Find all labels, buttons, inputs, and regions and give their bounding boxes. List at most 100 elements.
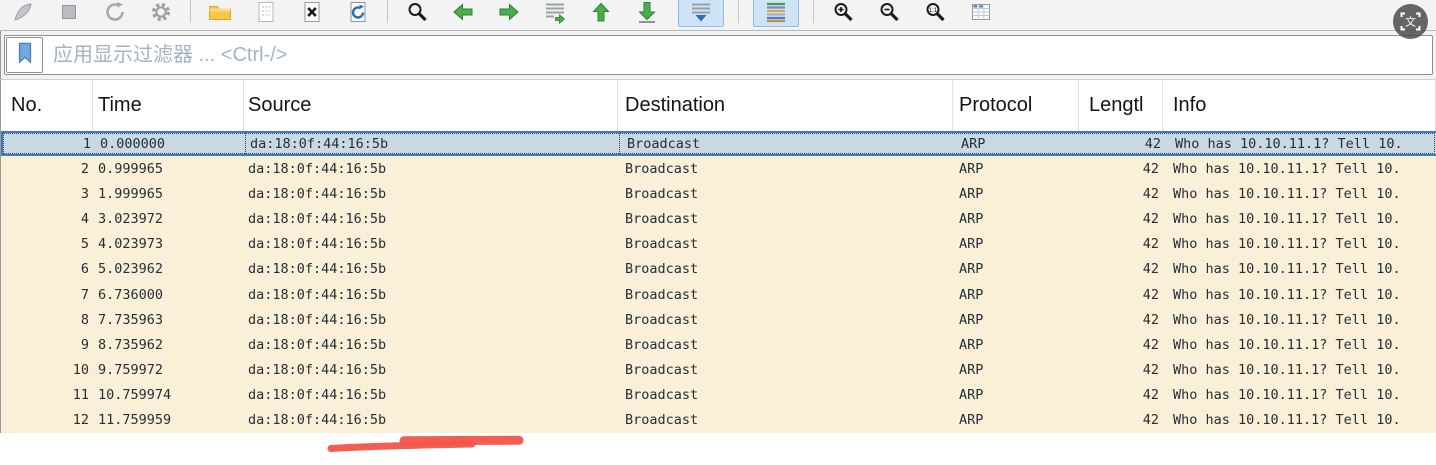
packet-cell-destination: Broadcast — [618, 282, 953, 307]
bookmark-icon — [14, 40, 36, 71]
packet-cell-protocol: ARP — [953, 156, 1079, 181]
packet-cell-time: 10.759974 — [93, 383, 244, 408]
packet-cell-no: 10 — [1, 357, 93, 382]
packet-cell-info: Who has 10.10.11.1? Tell 10. — [1165, 133, 1436, 154]
start-capture-button[interactable] — [8, 0, 38, 27]
auto-scroll-icon — [689, 0, 713, 24]
packet-cell-info: Who has 10.10.11.1? Tell 10. — [1163, 332, 1436, 357]
save-file-button[interactable] — [251, 0, 281, 27]
screenshot-translate-badge[interactable]: 文 — [1392, 3, 1429, 45]
packet-cell-protocol: ARP — [953, 257, 1079, 282]
go-to-first-packet-button[interactable] — [586, 0, 616, 27]
toolbar-separator — [813, 0, 814, 23]
svg-text:文: 文 — [1405, 15, 1416, 29]
packet-row[interactable]: 98.735962da:18:0f:44:16:5bBroadcastARP42… — [1, 332, 1436, 357]
toolbar-separator — [387, 0, 388, 23]
packet-cell-protocol: ARP — [953, 332, 1079, 357]
packet-cell-no: 12 — [1, 408, 93, 433]
packet-cell-source: da:18:0f:44:16:5b — [244, 282, 618, 307]
auto-scroll-toggle[interactable] — [678, 0, 724, 27]
packet-cell-length: 42 — [1079, 383, 1163, 408]
packet-cell-source: da:18:0f:44:16:5b — [244, 206, 618, 231]
svg-text:1:1: 1:1 — [929, 8, 938, 14]
packet-cell-protocol: ARP — [953, 181, 1079, 206]
packet-cell-no: 7 — [1, 282, 93, 307]
column-header-time[interactable]: Time — [93, 80, 244, 131]
packet-cell-time: 6.736000 — [93, 282, 244, 307]
arrow-left-icon — [451, 0, 475, 24]
column-header-info[interactable]: Info — [1163, 80, 1436, 131]
binary-document-icon — [254, 0, 278, 24]
packet-cell-protocol: ARP — [953, 307, 1079, 332]
shark-fin-icon — [11, 0, 35, 24]
wireshark-window: 1:1 No. Time Source Destination Protocol… — [0, 0, 1436, 465]
column-header-length[interactable]: Lengtl — [1079, 80, 1163, 131]
stop-capture-button[interactable] — [54, 0, 84, 27]
close-file-button[interactable] — [297, 0, 327, 27]
zoom-in-button[interactable] — [828, 0, 858, 27]
column-header-protocol[interactable]: Protocol — [953, 80, 1079, 131]
go-to-packet-button[interactable] — [540, 0, 570, 27]
packet-cell-source: da:18:0f:44:16:5b — [244, 232, 618, 257]
gear-icon — [149, 0, 173, 24]
go-forward-button[interactable] — [494, 0, 524, 27]
packet-row[interactable]: 31.999965da:18:0f:44:16:5bBroadcastARP42… — [1, 181, 1436, 206]
resize-columns-button[interactable] — [966, 0, 996, 27]
packet-cell-time: 8.735962 — [93, 332, 244, 357]
packet-cell-source: da:18:0f:44:16:5b — [244, 332, 618, 357]
packet-cell-destination: Broadcast — [618, 257, 953, 282]
packet-cell-length: 42 — [1079, 408, 1163, 433]
find-packet-button[interactable] — [402, 0, 432, 27]
packet-cell-info: Who has 10.10.11.1? Tell 10. — [1163, 408, 1436, 433]
packet-cell-no: 3 — [1, 181, 93, 206]
packet-cell-destination: Broadcast — [618, 383, 953, 408]
packet-cell-protocol: ARP — [953, 206, 1079, 231]
capture-options-button[interactable] — [146, 0, 176, 27]
filter-bookmark-button[interactable] — [6, 37, 43, 73]
packet-row[interactable]: 20.999965da:18:0f:44:16:5bBroadcastARP42… — [1, 156, 1436, 181]
packet-cell-no: 8 — [1, 307, 93, 332]
zoom-reset-button[interactable]: 1:1 — [920, 0, 950, 27]
colorize-toggle[interactable] — [753, 0, 799, 27]
folder-icon — [207, 0, 233, 24]
toolbar-separator — [738, 0, 739, 23]
packet-row[interactable]: 87.735963da:18:0f:44:16:5bBroadcastARP42… — [1, 307, 1436, 332]
packet-cell-protocol: ARP — [953, 282, 1079, 307]
packet-cell-info: Who has 10.10.11.1? Tell 10. — [1163, 232, 1436, 257]
packet-cell-source: da:18:0f:44:16:5b — [244, 357, 618, 382]
packet-cell-destination: Broadcast — [618, 181, 953, 206]
packet-rows: 10.000000da:18:0f:44:16:5bBroadcastARP42… — [0, 131, 1436, 433]
packet-row[interactable]: 54.023973da:18:0f:44:16:5bBroadcastARP42… — [1, 232, 1436, 257]
stop-square-icon — [57, 0, 81, 24]
zoom-out-button[interactable] — [874, 0, 904, 27]
open-file-button[interactable] — [205, 0, 235, 27]
filter-toolbar — [0, 31, 1436, 80]
packet-cell-info: Who has 10.10.11.1? Tell 10. — [1163, 206, 1436, 231]
go-back-button[interactable] — [448, 0, 478, 27]
go-to-last-packet-button[interactable] — [632, 0, 662, 27]
packet-row[interactable]: 1211.759959da:18:0f:44:16:5bBroadcastARP… — [1, 408, 1436, 433]
packet-cell-no: 2 — [1, 156, 93, 181]
main-toolbar: 1:1 — [0, 0, 1436, 31]
colorize-lines-icon — [764, 0, 788, 24]
display-filter-box — [4, 35, 1433, 75]
packet-row[interactable]: 76.736000da:18:0f:44:16:5bBroadcastARP42… — [1, 282, 1436, 307]
packet-row[interactable]: 1110.759974da:18:0f:44:16:5bBroadcastARP… — [1, 383, 1436, 408]
column-header-no[interactable]: No. — [1, 80, 93, 131]
packet-cell-info: Who has 10.10.11.1? Tell 10. — [1163, 257, 1436, 282]
packet-cell-length: 42 — [1079, 332, 1163, 357]
packet-row[interactable]: 65.023962da:18:0f:44:16:5bBroadcastARP42… — [1, 257, 1436, 282]
packet-cell-destination: Broadcast — [618, 206, 953, 231]
packet-row[interactable]: 10.000000da:18:0f:44:16:5bBroadcastARP42… — [1, 131, 1436, 156]
display-filter-input[interactable] — [44, 36, 1432, 74]
packet-cell-time: 7.735963 — [93, 307, 244, 332]
restart-capture-button[interactable] — [100, 0, 130, 27]
packet-cell-source: da:18:0f:44:16:5b — [244, 408, 618, 433]
packet-row[interactable]: 43.023972da:18:0f:44:16:5bBroadcastARP42… — [1, 206, 1436, 231]
reload-file-button[interactable] — [343, 0, 373, 27]
column-header-source[interactable]: Source — [244, 80, 618, 131]
packet-cell-protocol: ARP — [953, 232, 1079, 257]
packet-row[interactable]: 109.759972da:18:0f:44:16:5bBroadcastARP4… — [1, 357, 1436, 382]
column-header-destination[interactable]: Destination — [618, 80, 953, 131]
packet-cell-source: da:18:0f:44:16:5b — [246, 133, 620, 154]
